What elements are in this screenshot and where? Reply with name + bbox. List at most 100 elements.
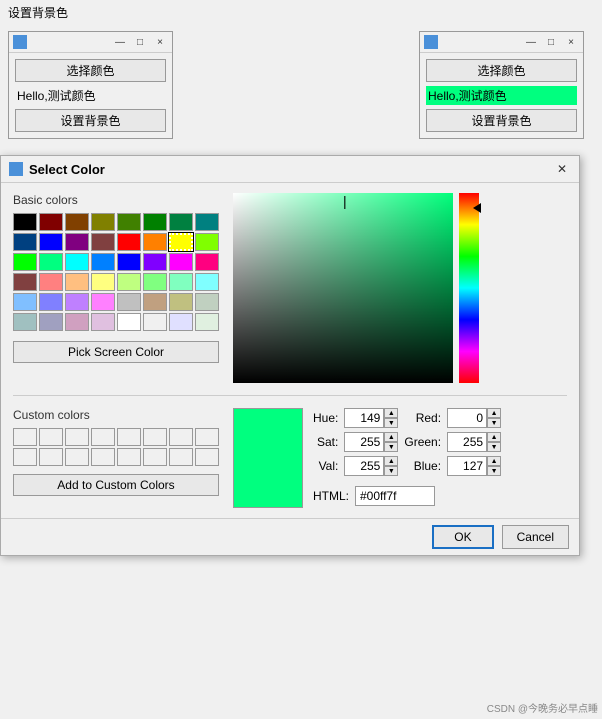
red-down-btn[interactable]: ▼	[487, 418, 501, 428]
maximize-btn-left[interactable]: □	[132, 34, 148, 50]
basic-color-cell[interactable]	[39, 273, 63, 291]
val-down-btn[interactable]: ▼	[384, 466, 398, 476]
custom-color-cell[interactable]	[39, 448, 63, 466]
basic-color-cell[interactable]	[65, 293, 89, 311]
basic-color-cell[interactable]	[65, 253, 89, 271]
html-input[interactable]	[355, 486, 435, 506]
custom-color-cell[interactable]	[143, 448, 167, 466]
basic-color-cell[interactable]	[13, 273, 37, 291]
close-btn-right[interactable]: ×	[563, 34, 579, 50]
basic-color-cell[interactable]	[91, 293, 115, 311]
custom-color-cell[interactable]	[169, 428, 193, 446]
basic-color-cell[interactable]	[169, 213, 193, 231]
set-bg-btn-left[interactable]: 设置背景色	[15, 109, 166, 132]
val-up-btn[interactable]: ▲	[384, 456, 398, 466]
custom-color-cell[interactable]	[13, 428, 37, 446]
custom-color-cell[interactable]	[39, 428, 63, 446]
blue-input[interactable]	[447, 456, 487, 476]
pick-screen-button[interactable]: Pick Screen Color	[13, 341, 219, 363]
basic-color-cell[interactable]	[39, 293, 63, 311]
basic-color-cell[interactable]	[65, 213, 89, 231]
sat-up-btn[interactable]: ▲	[384, 432, 398, 442]
basic-color-cell[interactable]	[117, 293, 141, 311]
basic-color-cell[interactable]	[91, 213, 115, 231]
basic-color-cell[interactable]	[39, 253, 63, 271]
basic-color-cell[interactable]	[13, 213, 37, 231]
basic-color-cell[interactable]	[117, 233, 141, 251]
red-input[interactable]	[447, 408, 487, 428]
sat-input[interactable]	[344, 432, 384, 452]
custom-color-cell[interactable]	[13, 448, 37, 466]
basic-color-cell[interactable]	[169, 313, 193, 331]
basic-color-cell[interactable]	[195, 313, 219, 331]
basic-color-cell[interactable]	[13, 293, 37, 311]
custom-color-cell[interactable]	[195, 428, 219, 446]
basic-color-cell[interactable]	[117, 213, 141, 231]
basic-color-cell[interactable]	[143, 213, 167, 231]
basic-color-cell[interactable]	[91, 273, 115, 291]
basic-color-cell[interactable]	[65, 273, 89, 291]
val-input[interactable]	[344, 456, 384, 476]
red-up-btn[interactable]: ▲	[487, 408, 501, 418]
sat-down-btn[interactable]: ▼	[384, 442, 398, 452]
basic-color-cell[interactable]	[195, 293, 219, 311]
basic-color-cell[interactable]	[195, 253, 219, 271]
hue-input[interactable]	[344, 408, 384, 428]
custom-color-cell[interactable]	[117, 428, 141, 446]
close-btn-left[interactable]: ×	[152, 34, 168, 50]
green-input[interactable]	[447, 432, 487, 452]
basic-color-cell[interactable]	[143, 273, 167, 291]
basic-color-cell[interactable]	[117, 313, 141, 331]
basic-color-cell[interactable]	[195, 273, 219, 291]
basic-color-cell[interactable]	[117, 273, 141, 291]
basic-color-cell[interactable]	[169, 233, 193, 251]
basic-color-cell[interactable]	[117, 253, 141, 271]
gradient-square[interactable]	[233, 193, 453, 383]
maximize-btn-right[interactable]: □	[543, 34, 559, 50]
add-custom-button[interactable]: Add to Custom Colors	[13, 474, 219, 496]
custom-color-cell[interactable]	[91, 448, 115, 466]
custom-color-cell[interactable]	[91, 428, 115, 446]
basic-color-cell[interactable]	[65, 233, 89, 251]
set-bg-btn-right[interactable]: 设置背景色	[426, 109, 577, 132]
basic-color-cell[interactable]	[39, 233, 63, 251]
hue-bar[interactable]	[459, 193, 479, 383]
custom-color-cell[interactable]	[65, 428, 89, 446]
choose-color-btn-left[interactable]: 选择颜色	[15, 59, 166, 82]
basic-color-cell[interactable]	[143, 293, 167, 311]
basic-color-cell[interactable]	[13, 233, 37, 251]
basic-color-cell[interactable]	[91, 313, 115, 331]
blue-up-btn[interactable]: ▲	[487, 456, 501, 466]
ok-button[interactable]: OK	[432, 525, 493, 549]
green-up-btn[interactable]: ▲	[487, 432, 501, 442]
basic-color-cell[interactable]	[39, 213, 63, 231]
basic-color-cell[interactable]	[169, 253, 193, 271]
basic-color-cell[interactable]	[143, 313, 167, 331]
minimize-btn-left[interactable]: —	[112, 34, 128, 50]
choose-color-btn-right[interactable]: 选择颜色	[426, 59, 577, 82]
basic-color-cell[interactable]	[13, 313, 37, 331]
cancel-button[interactable]: Cancel	[502, 525, 569, 549]
basic-color-cell[interactable]	[91, 233, 115, 251]
basic-color-cell[interactable]	[169, 293, 193, 311]
basic-color-cell[interactable]	[65, 313, 89, 331]
custom-color-cell[interactable]	[117, 448, 141, 466]
blue-down-btn[interactable]: ▼	[487, 466, 501, 476]
basic-color-cell[interactable]	[169, 273, 193, 291]
custom-color-cell[interactable]	[195, 448, 219, 466]
basic-color-cell[interactable]	[91, 253, 115, 271]
green-down-btn[interactable]: ▼	[487, 442, 501, 452]
basic-color-cell[interactable]	[143, 253, 167, 271]
basic-color-cell[interactable]	[143, 233, 167, 251]
dialog-close-button[interactable]: ✕	[553, 160, 571, 178]
custom-color-cell[interactable]	[143, 428, 167, 446]
hue-up-btn[interactable]: ▲	[384, 408, 398, 418]
basic-color-cell[interactable]	[195, 233, 219, 251]
basic-color-cell[interactable]	[39, 313, 63, 331]
custom-color-cell[interactable]	[65, 448, 89, 466]
custom-color-cell[interactable]	[169, 448, 193, 466]
hue-down-btn[interactable]: ▼	[384, 418, 398, 428]
basic-color-cell[interactable]	[13, 253, 37, 271]
minimize-btn-right[interactable]: —	[523, 34, 539, 50]
basic-color-cell[interactable]	[195, 213, 219, 231]
